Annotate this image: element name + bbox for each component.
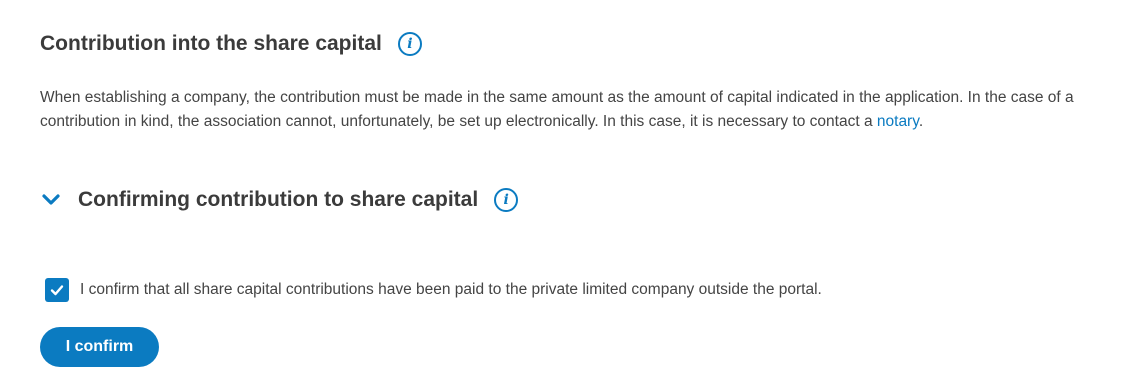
description-end: . (918, 113, 924, 130)
confirm-checkbox-label[interactable]: I confirm that all share capital contrib… (80, 281, 822, 299)
section-header: Contribution into the share capital i (40, 32, 422, 56)
confirm-checkbox[interactable] (45, 278, 69, 302)
confirming-title: Confirming contribution to share capital (78, 188, 479, 211)
section-description: When establishing a company, the contrib… (40, 86, 1110, 134)
checkmark-icon (50, 285, 64, 296)
confirm-button[interactable]: I confirm (40, 327, 159, 367)
contribution-page: Contribution into the share capital i Wh… (0, 0, 1148, 379)
info-icon[interactable]: i (397, 32, 422, 56)
chevron-down-icon[interactable] (40, 189, 62, 211)
confirm-checkbox-row: I confirm that all share capital contrib… (45, 278, 822, 302)
info-icon[interactable]: i (494, 188, 519, 212)
confirming-accordion-header[interactable]: Confirming contribution to share capital… (40, 188, 519, 212)
section-title: Contribution into the share capital (40, 32, 382, 55)
notary-link[interactable]: notary (877, 113, 919, 130)
